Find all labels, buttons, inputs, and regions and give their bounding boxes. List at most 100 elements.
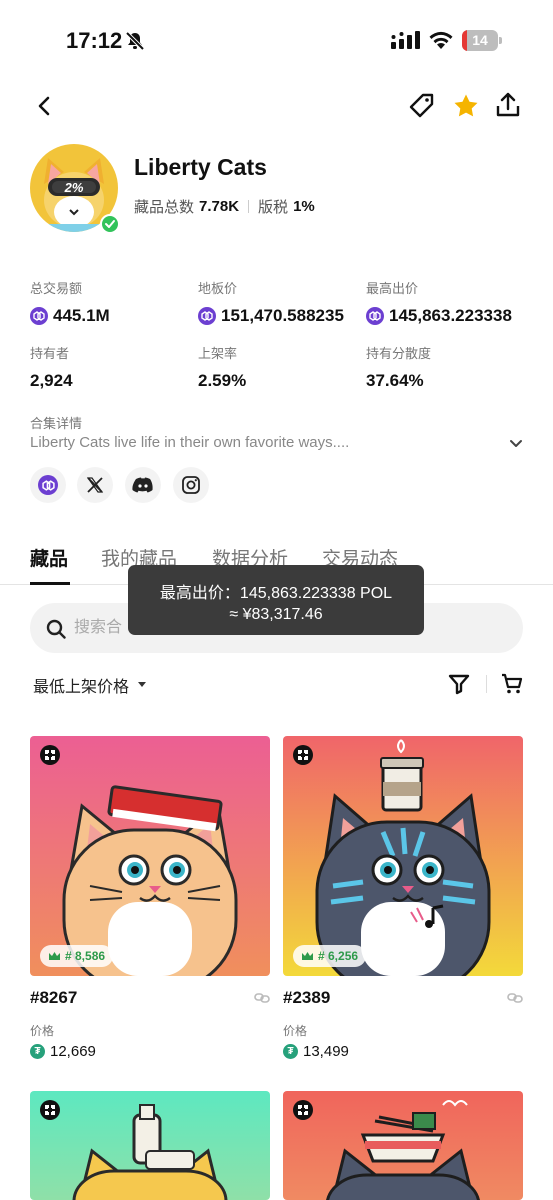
sort-dropdown[interactable]: 最低上架价格 <box>33 673 147 697</box>
polygon-icon <box>198 307 216 325</box>
tag-button[interactable] <box>404 88 440 124</box>
chevron-left-icon <box>38 96 50 116</box>
collection-name: Liberty Cats <box>134 154 267 180</box>
tooltip-cny-value: ≈ ¥83,317.46 <box>229 606 323 623</box>
nft-title: #8267 <box>30 988 78 1007</box>
price-value: 13,499 <box>303 1043 349 1060</box>
stat-value: 2.59% <box>198 371 247 390</box>
nft-price: ₮ 12,669 <box>30 1043 96 1060</box>
crown-icon <box>302 952 313 960</box>
cellular-signal-icon <box>391 31 421 54</box>
crown-icon <box>49 952 60 960</box>
status-bar: 17:12 14 <box>0 0 553 82</box>
top-offer-tooltip: 最高出价：145,863.223338 POL ≈ ¥83,317.46 <box>128 565 424 635</box>
stat-total-volume: 总交易额 445.1M <box>30 278 110 326</box>
tab-collection[interactable]: 藏品 <box>30 544 68 571</box>
price-label: 价格 <box>30 1024 55 1038</box>
nft-image: # 8,586 <box>30 736 270 976</box>
stat-holder-distribution: 持有分散度 37.64% <box>366 343 431 391</box>
discord-link[interactable] <box>125 467 161 503</box>
chain-badge-icon <box>293 1100 313 1120</box>
instagram-link[interactable] <box>173 467 209 503</box>
verified-badge-icon <box>100 214 120 234</box>
price-label: 价格 <box>283 1024 308 1038</box>
polygon-icon <box>30 307 48 325</box>
chain-badge-icon <box>293 745 313 765</box>
stat-label: 最高出价 <box>366 281 419 296</box>
wifi-icon <box>428 30 454 55</box>
star-icon <box>454 94 478 117</box>
share-button[interactable] <box>490 87 526 123</box>
nft-card[interactable] <box>283 1091 523 1200</box>
filter-icon <box>448 674 470 695</box>
nft-price: ₮ 13,499 <box>283 1043 349 1060</box>
nft-image: # 6,256 <box>283 736 523 976</box>
rarity-rank-badge: # 6,256 <box>293 945 367 967</box>
details-label: 合集详情 <box>30 416 83 431</box>
polygon-icon <box>38 475 58 495</box>
nft-image <box>30 1091 270 1200</box>
chain-badge-icon <box>40 745 60 765</box>
favorite-button[interactable] <box>448 88 484 124</box>
stat-value: 2,924 <box>30 371 73 390</box>
polygon-icon <box>366 307 384 325</box>
link-icon[interactable] <box>254 991 270 1010</box>
nft-title: #2389 <box>283 988 331 1007</box>
price-value: 12,669 <box>50 1043 96 1060</box>
meta-divider <box>248 200 250 213</box>
stat-value: 445.1M <box>53 306 110 325</box>
details-text[interactable]: Liberty Cats live life in their own favo… <box>30 434 349 451</box>
nft-card[interactable] <box>30 1091 270 1200</box>
stat-floor-price: 地板价 151,470.588235 <box>198 278 344 326</box>
stat-label: 上架率 <box>198 346 238 361</box>
expand-details-button[interactable] <box>508 436 524 455</box>
back-button[interactable] <box>28 90 60 122</box>
usdt-icon: ₮ <box>30 1044 45 1059</box>
x-twitter-link[interactable] <box>77 467 113 503</box>
stat-label: 持有者 <box>30 346 70 361</box>
cart-icon <box>502 673 523 694</box>
chevron-down-icon <box>510 440 522 447</box>
tag-icon <box>409 93 434 118</box>
items-value: 7.78K <box>199 198 240 215</box>
collection-avatar: 2% <box>30 144 122 236</box>
royalty-label: 版税 <box>258 199 289 216</box>
avatar-visor-text: 2% <box>64 180 84 195</box>
cart-button[interactable] <box>499 671 525 697</box>
instagram-icon <box>182 476 200 494</box>
chain-badge-icon <box>40 1100 60 1120</box>
sort-label: 最低上架价格 <box>33 679 130 696</box>
royalty-value: 1% <box>293 198 315 215</box>
stat-label: 地板价 <box>198 281 238 296</box>
nft-card-8267[interactable]: # 8,586 #8267 价格 ₮ 12,669 <box>30 736 270 1066</box>
search-icon <box>45 618 67 645</box>
link-icon[interactable] <box>507 991 523 1010</box>
status-time: 17:12 <box>66 28 123 53</box>
tooltip-top-offer: 最高出价：145,863.223338 POL <box>159 585 393 602</box>
filter-button[interactable] <box>446 671 472 697</box>
rarity-rank: # 8,586 <box>65 949 106 963</box>
battery-percent: 14 <box>472 32 488 48</box>
stat-label: 持有分散度 <box>366 346 432 361</box>
stat-value: 145,863.223338 <box>389 306 512 325</box>
usdt-icon: ₮ <box>283 1044 298 1059</box>
stat-owners: 持有者 2,924 <box>30 343 73 391</box>
discord-icon <box>132 477 153 493</box>
stat-label: 总交易额 <box>30 281 83 296</box>
stat-top-offer[interactable]: 最高出价 145,863.223338 <box>366 278 512 326</box>
website-link[interactable] <box>30 467 66 503</box>
stat-listed-rate: 上架率 2.59% <box>198 343 246 391</box>
battery-icon: 14 <box>462 30 502 51</box>
bell-muted-icon <box>124 30 146 57</box>
nft-card-2389[interactable]: # 6,256 #2389 价格 ₮ 13,499 <box>283 736 523 1066</box>
toolbar-divider <box>486 675 487 693</box>
stat-value: 151,470.588235 <box>221 306 344 325</box>
x-logo-icon <box>86 477 104 493</box>
rarity-rank-badge: # 8,586 <box>40 945 114 967</box>
share-icon <box>496 92 520 117</box>
tab-active-indicator <box>30 582 70 585</box>
collection-meta: 藏品总数 7.78K 版税 1% <box>134 196 315 217</box>
nft-image <box>283 1091 523 1200</box>
caret-down-icon <box>138 682 147 687</box>
stat-value: 37.64% <box>366 371 424 390</box>
